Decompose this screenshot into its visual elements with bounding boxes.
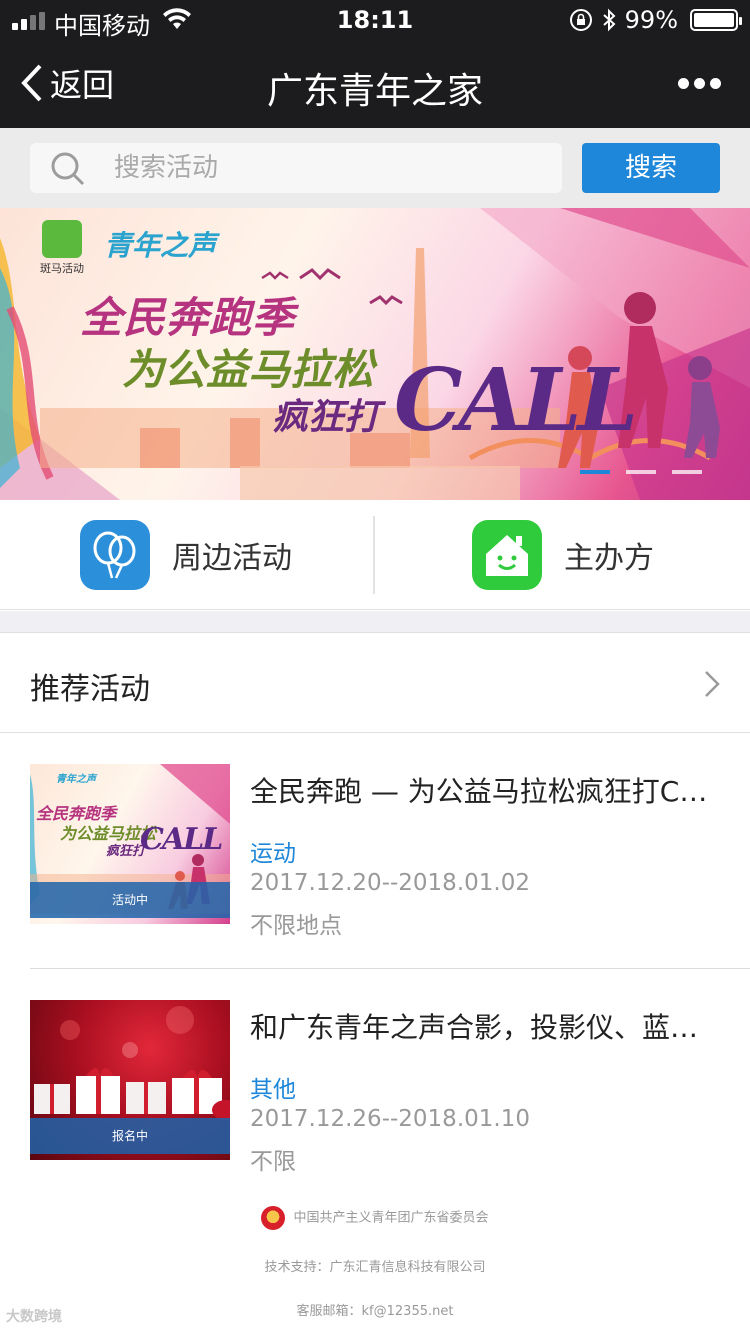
activity-date: 2017.12.26--2018.01.10 [250, 1106, 530, 1132]
home-smile-icon [472, 520, 542, 590]
banner-call-word: CALL [394, 350, 638, 451]
carousel-dot[interactable] [580, 470, 610, 474]
list-divider [30, 968, 750, 969]
quick-entry-label: 主办方 [564, 541, 654, 576]
rotation-lock-icon [569, 9, 592, 31]
status-badge: 报名中 [30, 1118, 230, 1154]
quick-entry-label: 周边活动 [172, 541, 292, 576]
top-bar: 中国移动 18:11 99% 返回 广东青年之家 [0, 0, 750, 128]
battery-icon [690, 9, 742, 31]
banner-brand: 青年之声 [104, 229, 217, 262]
more-menu-button[interactable] [678, 70, 722, 96]
search-icon [51, 152, 85, 186]
activity-thumbnail: 青年之声 全民奔跑季 为公益马拉松 疯狂打 CALL 活动中 [30, 764, 230, 924]
thumb-brand: 青年之声 [56, 774, 96, 785]
bluetooth-icon [602, 8, 616, 32]
activity-thumbnail: 报名中 [30, 1000, 230, 1160]
carousel-dot[interactable] [626, 470, 656, 474]
quick-entries: 周边活动 主办方 [0, 500, 750, 610]
status-badge: 活动中 [30, 882, 230, 918]
footer-org-text: 中国共产主义青年团广东省委员会 [293, 1210, 489, 1226]
activity-location: 不限 [250, 1149, 296, 1175]
dot-icon [678, 78, 689, 89]
section-title: 推荐活动 [30, 672, 150, 707]
activity-title: 和广东青年之声合影，投影仪、蓝牙音箱等你来拿 [250, 1011, 720, 1044]
search-box[interactable] [30, 143, 562, 193]
activity-title: 全民奔跑 — 为公益马拉松疯狂打CALL [250, 775, 720, 808]
search-input[interactable] [114, 149, 544, 187]
dot-icon [710, 78, 721, 89]
footer-organization: 中国共产主义青年团广东省委员会 [0, 1206, 750, 1230]
watermark: 大数跨境 [6, 1309, 62, 1325]
banner-headline-3: 疯狂打 [272, 397, 381, 438]
section-gap [0, 611, 750, 633]
quick-entry-organizer[interactable]: 主办方 [472, 520, 654, 590]
search-bar: 搜索 [0, 128, 750, 208]
banner-logo-text: 斑马活动 [40, 262, 84, 275]
zebra-logo-icon [42, 220, 82, 258]
battery-percent: 99% [624, 6, 678, 34]
banner-carousel[interactable]: 斑马活动 青年之声 全民奔跑季 为公益马拉松 疯狂打 CALL [0, 208, 750, 500]
league-emblem-icon [261, 1206, 286, 1230]
nav-bar: 返回 广东青年之家 [0, 40, 750, 128]
footer-tech-support: 技术支持：广东汇青信息科技有限公司 [264, 1260, 486, 1275]
dot-icon [694, 78, 705, 89]
divider [373, 516, 375, 594]
page-title: 广东青年之家 [266, 71, 483, 112]
activity-item[interactable]: 报名中 和广东青年之声合影，投影仪、蓝牙音箱等你来拿 其他 2017.12.26… [0, 970, 750, 1206]
activity-date: 2017.12.20--2018.01.02 [250, 870, 530, 896]
balloon-icon [80, 520, 150, 590]
carousel-indicator [580, 470, 702, 474]
activity-category: 运动 [250, 841, 296, 867]
status-bar: 中国移动 18:11 99% [0, 0, 750, 40]
recommend-header[interactable]: 推荐活动 [0, 634, 750, 733]
quick-entry-nearby[interactable]: 周边活动 [80, 520, 292, 590]
chevron-right-icon [705, 671, 720, 697]
activity-item[interactable]: 青年之声 全民奔跑季 为公益马拉松 疯狂打 CALL 活动中 全民奔跑 — 为公… [0, 734, 750, 970]
activity-location: 不限地点 [250, 913, 342, 939]
search-button[interactable]: 搜索 [582, 143, 720, 193]
footer-email: 客服邮箱：kf@12355.net [296, 1304, 454, 1319]
activity-category: 其他 [250, 1077, 296, 1103]
thumb-call: CALL [140, 822, 223, 857]
carousel-dot[interactable] [672, 470, 702, 474]
